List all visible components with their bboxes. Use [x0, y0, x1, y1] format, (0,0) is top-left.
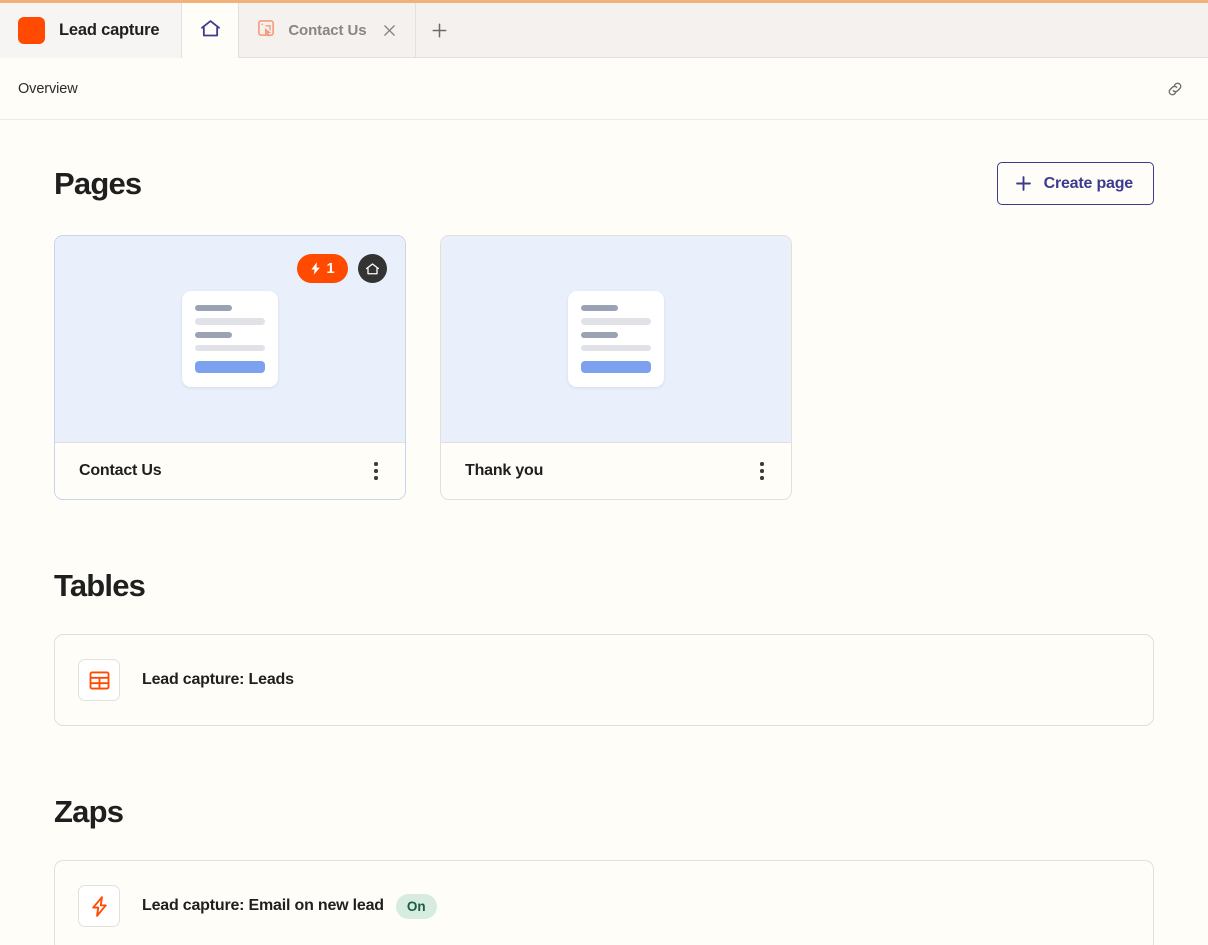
zap-row-text: Lead capture: Email on new lead On [142, 893, 437, 919]
app-tab[interactable]: Lead capture [0, 3, 183, 58]
app-title: Lead capture [59, 21, 160, 39]
breadcrumb-bar: Overview [0, 58, 1208, 120]
mock-label-bar [581, 331, 618, 338]
link-icon[interactable] [1160, 74, 1190, 104]
zap-count: 1 [326, 260, 335, 277]
plus-icon [432, 23, 446, 38]
pages-title: Pages [54, 165, 142, 201]
app-logo-icon [18, 17, 45, 44]
close-icon[interactable] [379, 20, 401, 42]
page-card-thank-you[interactable]: Thank you [440, 235, 792, 500]
tab-label: Contact Us [288, 22, 367, 39]
tables-section: Tables Lead capture: Leads [54, 500, 1154, 726]
page-cursor-icon [257, 19, 276, 43]
zaps-title: Zaps [54, 794, 124, 829]
lightning-icon [78, 885, 120, 927]
zap-row-label: Lead capture: Email on new lead [142, 897, 384, 914]
page-card-contact-us[interactable]: 1 Contact Us [54, 235, 406, 500]
main-content: Pages Create page 1 Contact Us Thank you… [0, 120, 1208, 945]
new-tab-button[interactable] [416, 3, 463, 58]
page-preview-mock [568, 291, 664, 387]
breadcrumb-actions [1160, 74, 1190, 104]
zap-count-badge: 1 [297, 254, 348, 283]
page-card-footer: Thank you [441, 443, 791, 499]
tab-contact-us[interactable]: Contact Us [239, 3, 416, 58]
page-card-name: Contact Us [79, 462, 162, 479]
create-page-button[interactable]: Create page [996, 162, 1154, 205]
pages-section: Pages Create page 1 Contact Us Thank you [54, 120, 1154, 500]
table-row[interactable]: Lead capture: Leads [54, 634, 1154, 726]
tables-title: Tables [54, 568, 146, 603]
tab-home[interactable] [182, 3, 240, 59]
pages-grid: 1 Contact Us Thank you [54, 235, 1154, 500]
kebab-icon[interactable] [363, 458, 389, 484]
kebab-icon[interactable] [749, 458, 775, 484]
zaps-section: Zaps Lead capture: Email on new lead On [54, 726, 1154, 945]
status-badge: On [395, 893, 437, 919]
mock-input-bar [195, 318, 265, 325]
pages-section-header: Pages Create page [54, 162, 1154, 205]
mock-input-bar [581, 344, 651, 352]
mock-input-bar [581, 318, 651, 325]
page-thumbnail: 1 [55, 236, 405, 443]
table-row-label: Lead capture: Leads [142, 671, 294, 688]
page-card-badges: 1 [297, 254, 387, 283]
tab-bar: Lead capture Contact Us [0, 3, 1208, 59]
breadcrumb: Overview [18, 80, 78, 97]
home-page-badge [358, 254, 387, 283]
mock-submit-bar [581, 361, 651, 373]
table-icon [78, 659, 120, 701]
create-page-label: Create page [1043, 174, 1134, 192]
page-preview-mock [182, 291, 278, 387]
lightning-icon [311, 262, 321, 275]
page-card-footer: Contact Us [55, 443, 405, 499]
page-card-name: Thank you [465, 462, 544, 479]
mock-label-bar [581, 305, 618, 312]
mock-label-bar [195, 305, 232, 312]
table-row-text: Lead capture: Leads [142, 671, 294, 689]
zap-row[interactable]: Lead capture: Email on new lead On [54, 860, 1154, 945]
home-icon [365, 262, 380, 274]
mock-input-bar [195, 344, 265, 352]
page-thumbnail [441, 236, 791, 443]
home-icon [200, 19, 221, 43]
mock-submit-bar [195, 361, 265, 373]
mock-label-bar [195, 331, 232, 338]
plus-icon [1015, 176, 1031, 191]
